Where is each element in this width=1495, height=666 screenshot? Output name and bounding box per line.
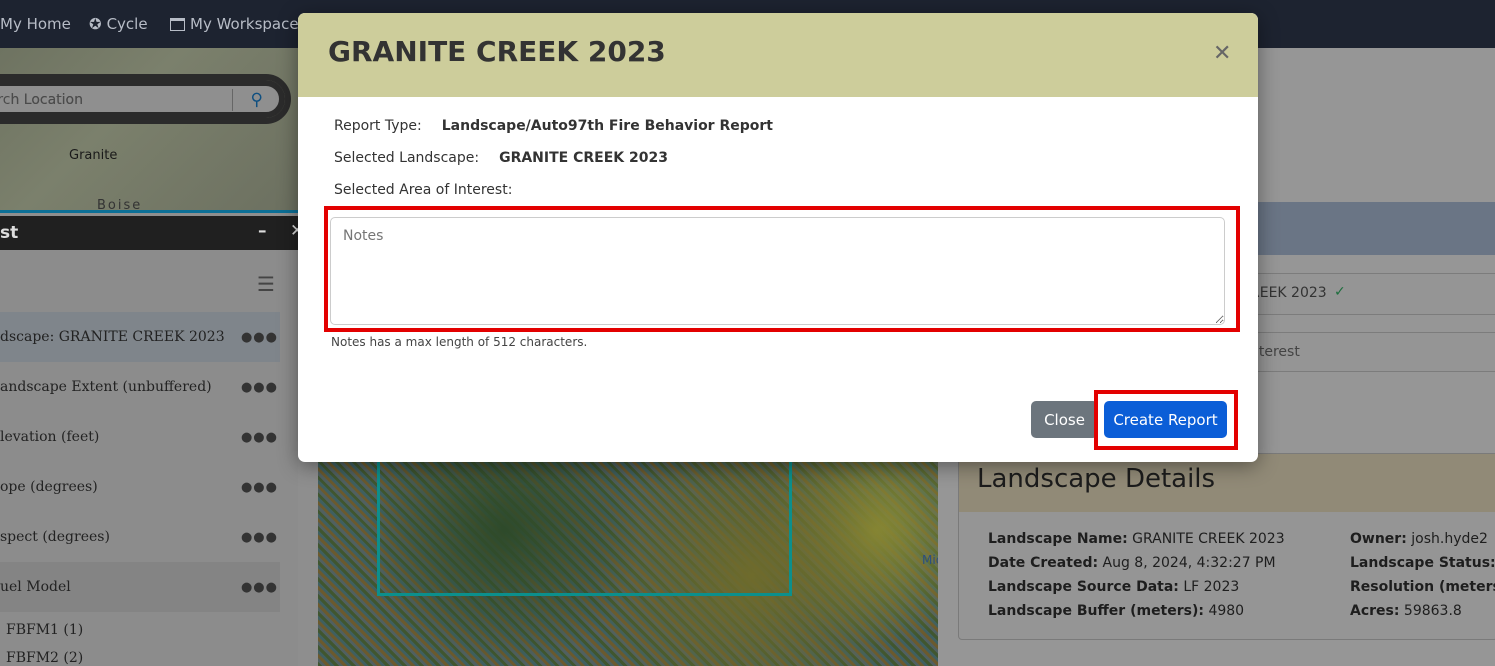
- more-icon[interactable]: ●●●: [241, 480, 278, 495]
- layer-label: andscape Extent (unbuffered): [0, 379, 212, 395]
- cycle-icon: ✪: [89, 15, 102, 33]
- layer-item[interactable]: spect (degrees) ●●●: [0, 512, 280, 562]
- close-button[interactable]: Close: [1031, 401, 1098, 438]
- selected-landscape: Selected Landscape: GRANITE CREEK 2023: [334, 150, 668, 166]
- landscape-details-card: Landscape Details Landscape Name: GRANIT…: [958, 453, 1495, 640]
- filter-list-icon[interactable]: ☰: [257, 272, 275, 296]
- legend-item: FBFM2 (2): [6, 650, 84, 666]
- detail-landscape-name: Landscape Name: GRANITE CREEK 2023: [988, 531, 1285, 547]
- details-title: Landscape Details: [959, 454, 1495, 512]
- close-icon[interactable]: ✕: [1213, 41, 1231, 66]
- nav-label: My Workspace: [190, 15, 299, 33]
- detail-acres: Acres: 59863.8: [1350, 603, 1462, 619]
- notes-help-text: Notes has a max length of 512 characters…: [331, 335, 588, 349]
- row-label: REEK 2023: [1250, 285, 1327, 301]
- layer-label: spect (degrees): [0, 529, 110, 545]
- nav-label: Cycle: [106, 15, 148, 33]
- report-type: Report Type: Landscape/Auto97th Fire Beha…: [334, 118, 773, 134]
- modal-title: GRANITE CREEK 2023: [328, 35, 666, 68]
- more-icon[interactable]: ●●●: [241, 380, 278, 395]
- layer-list-panel: ☰ dscape: GRANITE CREEK 2023 ●●● andscape…: [0, 250, 298, 666]
- detail-source-data: Landscape Source Data: LF 2023: [988, 579, 1240, 595]
- more-icon[interactable]: ●●●: [241, 580, 278, 595]
- layer-item[interactable]: uel Model ●●●: [0, 562, 280, 612]
- layer-label: ope (degrees): [0, 479, 98, 495]
- modal-header: GRANITE CREEK 2023 ✕: [298, 13, 1258, 97]
- detail-buffer: Landscape Buffer (meters): 4980: [988, 603, 1245, 619]
- layer-item[interactable]: andscape Extent (unbuffered) ●●●: [0, 362, 280, 412]
- highlight-box: [324, 206, 1240, 332]
- layer-panel-header: st – ✕: [0, 216, 304, 250]
- detail-resolution: Resolution (meters): [1350, 579, 1495, 595]
- nav-cycle[interactable]: ✪ Cycle: [89, 15, 148, 33]
- layer-panel-title: st: [0, 223, 19, 243]
- check-icon: ✓: [1334, 284, 1346, 300]
- search-location-box: h Location ⚲: [0, 74, 291, 124]
- more-icon[interactable]: ●●●: [241, 530, 278, 545]
- map-label: Boise: [97, 198, 143, 213]
- area-of-interest-outline: [377, 440, 792, 596]
- more-icon[interactable]: ●●●: [241, 430, 278, 445]
- detail-owner: Owner: josh.hyde2: [1350, 531, 1488, 547]
- selected-area-of-interest: Selected Area of Interest:: [334, 182, 513, 198]
- layer-label: uel Model: [0, 579, 71, 595]
- detail-status: Landscape Status: ✓: [1350, 555, 1495, 571]
- layer-item[interactable]: ope (degrees) ●●●: [0, 462, 280, 512]
- highlight-box: [1094, 390, 1238, 450]
- search-placeholder-visible: h Location: [10, 92, 83, 108]
- layer-label: dscape: GRANITE CREEK 2023: [0, 329, 225, 345]
- map-overview[interactable]: Granite Boise: [0, 48, 298, 213]
- map-label: Granite: [69, 148, 118, 163]
- more-icon[interactable]: ●●●: [241, 330, 278, 345]
- detail-date-created: Date Created: Aug 8, 2024, 4:32:27 PM: [988, 555, 1276, 571]
- search-icon[interactable]: ⚲: [251, 90, 263, 110]
- minimize-icon[interactable]: –: [258, 221, 267, 241]
- window-icon: [170, 17, 185, 31]
- nav-label: My Home: [0, 15, 71, 33]
- nav-my-home[interactable]: My Home: [0, 15, 71, 33]
- create-report-modal: GRANITE CREEK 2023 ✕ Report Type: Landsca…: [298, 13, 1258, 462]
- layer-label: levation (feet): [0, 429, 100, 445]
- layer-item[interactable]: dscape: GRANITE CREEK 2023 ●●●: [0, 312, 280, 362]
- nav-my-workspace[interactable]: My Workspace: [170, 15, 299, 33]
- layer-item[interactable]: levation (feet) ●●●: [0, 412, 280, 462]
- divider: [232, 89, 233, 111]
- legend-item: FBFM1 (1): [6, 622, 84, 638]
